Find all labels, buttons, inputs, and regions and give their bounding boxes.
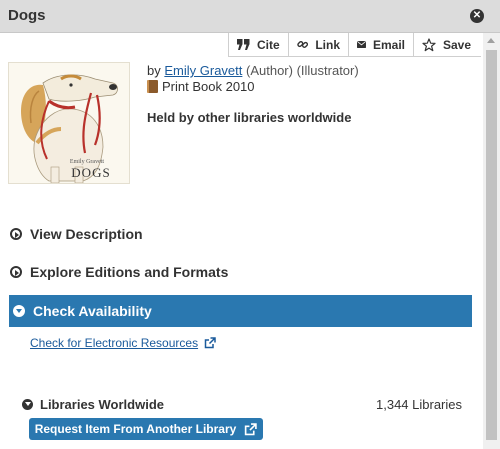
request-item-button[interactable]: Request Item From Another Library: [29, 418, 263, 440]
author-roles: (Author) (Illustrator): [246, 63, 359, 78]
request-item-label: Request Item From Another Library: [34, 422, 237, 436]
link-icon: [297, 41, 309, 48]
libraries-worldwide-row: Libraries Worldwide 1,344 Libraries: [22, 395, 462, 413]
format-text: Print Book 2010: [162, 79, 255, 94]
email-label: Email: [372, 37, 405, 52]
dialog-titlebar: Dogs ✕: [0, 0, 500, 33]
section-check-availability[interactable]: Check Availability: [9, 295, 472, 327]
expand-icon: [10, 228, 22, 240]
libraries-title[interactable]: Libraries Worldwide: [40, 397, 164, 412]
cover-title-text: DOGS: [71, 165, 110, 180]
scrollbar-thumb[interactable]: [486, 50, 497, 440]
format-line: Print Book 2010: [147, 79, 359, 94]
record-meta: by Emily Gravett (Author) (Illustrator) …: [147, 63, 359, 94]
collapse-icon: [13, 305, 25, 317]
vertical-scrollbar[interactable]: [483, 33, 500, 449]
envelope-icon: [357, 40, 366, 49]
close-icon[interactable]: ✕: [470, 9, 484, 23]
star-icon: [422, 37, 436, 51]
author-link[interactable]: Emily Gravett: [164, 63, 242, 78]
section-label: Explore Editions and Formats: [30, 264, 229, 280]
section-editions-formats[interactable]: Explore Editions and Formats: [10, 263, 472, 281]
collapse-icon[interactable]: [22, 398, 33, 410]
holdings-summary: Held by other libraries worldwide: [147, 110, 352, 125]
quote-icon: [237, 39, 250, 50]
save-label: Save: [443, 37, 472, 52]
book-icon: [147, 80, 158, 93]
scroll-up-icon[interactable]: [487, 38, 495, 43]
external-link-icon: [204, 337, 216, 349]
section-label: View Description: [30, 226, 143, 242]
expand-icon: [10, 266, 22, 278]
dialog-title: Dogs: [8, 7, 46, 24]
electronic-resources-label: Check for Electronic Resources: [30, 336, 199, 350]
cite-label: Cite: [257, 37, 280, 52]
section-view-description[interactable]: View Description: [10, 225, 472, 243]
book-cover-image[interactable]: Emily Gravett DOGS: [8, 62, 130, 184]
section-label: Check Availability: [33, 303, 152, 319]
author-line: by Emily Gravett (Author) (Illustrator): [147, 63, 359, 78]
link-label: Link: [315, 37, 340, 52]
cite-button[interactable]: Cite: [229, 33, 289, 56]
electronic-resources-link[interactable]: Check for Electronic Resources: [30, 336, 216, 350]
by-prefix: by: [147, 63, 161, 78]
link-button[interactable]: Link: [289, 33, 349, 56]
save-button[interactable]: Save: [414, 33, 481, 56]
dog-illustration: Emily Gravett DOGS: [21, 74, 118, 183]
action-toolbar: Cite Link Email Save: [228, 33, 481, 57]
external-link-icon: [245, 422, 258, 435]
email-button[interactable]: Email: [349, 33, 414, 56]
libraries-count: 1,344 Libraries: [376, 396, 462, 412]
